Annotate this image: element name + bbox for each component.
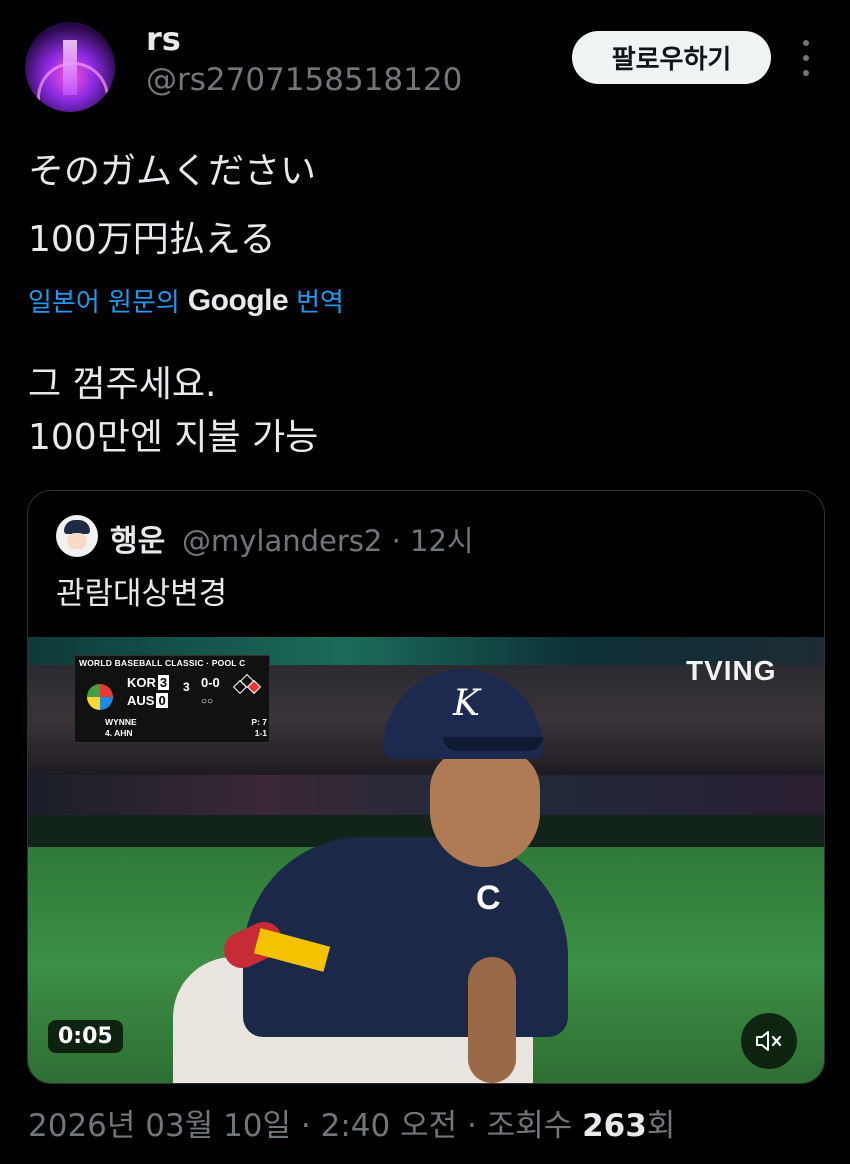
quoted-author-handle-time[interactable]: @mylanders2 · 12시 (182, 518, 474, 560)
batter-name: 4. AHN (105, 728, 133, 738)
more-options-icon[interactable] (796, 40, 816, 76)
author-handle[interactable]: @rs2707158518120 (146, 62, 462, 98)
tweet-meta: 2026년 03월 10일 · 2:40 오전 · 조회수 263회 (28, 1100, 675, 1145)
team1-name: KOR (127, 675, 156, 690)
avatar-cap-decoration (64, 520, 90, 534)
more-dot (803, 70, 809, 76)
team1-score: 3 (157, 675, 170, 690)
translation-prefix: 일본어 원문의 (28, 288, 180, 318)
tweet-header: rs @rs2707158518120 팔로우하기 (0, 0, 850, 120)
view-count: 263 (582, 1108, 647, 1144)
quoted-tweet-text: 관람대상변경 (56, 576, 228, 612)
avatar-tower-decoration (63, 40, 77, 95)
batter-stats: 1-1 (254, 728, 267, 738)
tweet-timestamp[interactable]: 2026년 03월 10일 · 2:40 오전 · 조회수 (28, 1108, 572, 1144)
quoted-tweet-card[interactable]: 행운 @mylanders2 · 12시 관람대상변경 C K WORLD BA… (27, 490, 825, 1084)
translated-text-line: 100만엔 지불 가능 (28, 417, 319, 458)
mute-toggle-button[interactable] (741, 1013, 797, 1069)
pitcher-row: WYNNE P: 7 (105, 717, 267, 728)
scorebug-inning: 3 (183, 680, 190, 694)
bases-icon (232, 673, 262, 695)
scorebug-team-row: AUS 0 (127, 693, 168, 708)
scorebug-count: 0-0 (201, 675, 220, 690)
tving-watermark: TVING (686, 655, 777, 686)
author-name[interactable]: rs (146, 20, 181, 58)
pitch-count: P: 7 (251, 717, 267, 727)
video-duration: 0:05 (48, 1020, 123, 1053)
translation-suffix: 번역 (296, 288, 344, 318)
translation-notice[interactable]: 일본어 원문의 Google 번역 (28, 282, 344, 319)
follow-button[interactable]: 팔로우하기 (572, 31, 771, 84)
original-text-line: 100万円払える (28, 219, 276, 260)
helmet-logo: K (453, 683, 480, 724)
google-brand: Google (187, 283, 289, 317)
speaker-muted-icon (756, 1031, 782, 1051)
pitcher-name: WYNNE (105, 717, 137, 727)
quoted-author-name[interactable]: 행운 (110, 516, 165, 560)
author-avatar[interactable] (25, 22, 115, 112)
scorebug-footer: WYNNE P: 7 4. AHN 1-1 (105, 717, 267, 739)
avatar-face-decoration (67, 533, 87, 549)
more-dot (803, 40, 809, 46)
more-dot (803, 55, 809, 61)
original-text-line: そのガムください (28, 151, 317, 192)
wbc-logo-icon (87, 684, 113, 710)
scorebug-title: WORLD BASEBALL CLASSIC · POOL C (79, 658, 246, 668)
quoted-author-avatar[interactable] (56, 515, 98, 557)
team2-name: AUS (127, 693, 155, 708)
player-face (430, 749, 540, 867)
helmet-visor (443, 737, 543, 751)
scorebug: WORLD BASEBALL CLASSIC · POOL C KOR 3 AUS… (74, 655, 270, 743)
captain-mark: C (476, 879, 501, 917)
video-player[interactable]: C K WORLD BASEBALL CLASSIC · POOL C KOR 3… (28, 637, 824, 1083)
player-arm (468, 957, 516, 1083)
video-ad-boards (28, 775, 824, 815)
translated-text-line: 그 껌주세요. (28, 364, 217, 405)
batter-row: 4. AHN 1-1 (105, 728, 267, 739)
scorebug-outs: ○○ (201, 696, 214, 707)
view-count-suffix: 회 (646, 1108, 676, 1144)
team2-score: 0 (156, 693, 168, 708)
scorebug-team-row: KOR 3 (127, 675, 170, 690)
